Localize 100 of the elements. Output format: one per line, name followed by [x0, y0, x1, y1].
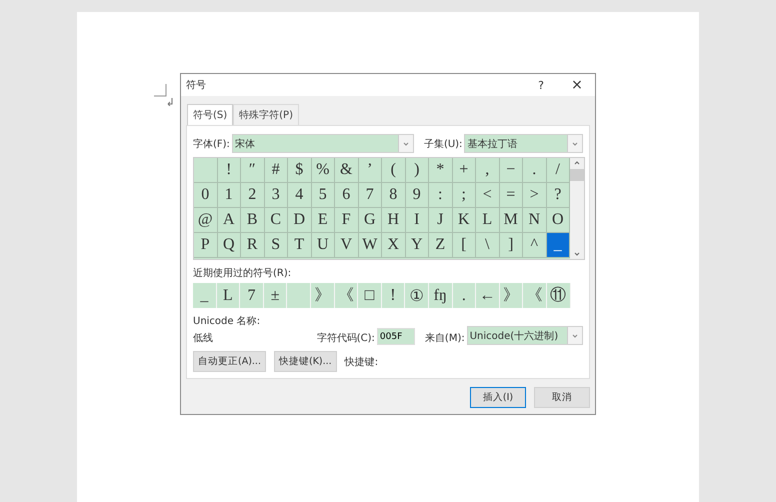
recent-symbol-cell[interactable]: ①	[405, 283, 429, 308]
symbol-cell[interactable]: 1	[218, 183, 241, 208]
symbol-cell[interactable]: X	[382, 233, 406, 258]
symbol-cell[interactable]: ’	[358, 158, 382, 183]
scrollbar[interactable]	[570, 158, 584, 259]
symbol-cell[interactable]: ″	[241, 158, 264, 183]
help-button[interactable]: ?	[523, 78, 559, 92]
recent-symbols-label: 近期使用过的符号(R):	[193, 266, 292, 280]
from-label: 来自(M):	[424, 332, 465, 345]
symbol-cell[interactable]: +	[452, 158, 476, 183]
symbol-cell[interactable]: 2	[241, 183, 264, 208]
recent-symbol-cell[interactable]: ！	[382, 283, 406, 308]
recent-symbol-cell[interactable]: ⑪	[546, 283, 570, 308]
chevron-down-icon	[398, 135, 413, 152]
recent-symbol-cell[interactable]: .	[452, 283, 476, 308]
symbol-cell[interactable]: %	[312, 158, 335, 183]
shortcut-label: 快捷键:	[344, 356, 378, 368]
symbol-cell[interactable]: $	[288, 158, 312, 183]
symbol-cell[interactable]: 0	[194, 183, 218, 208]
symbol-cell[interactable]: .	[523, 158, 546, 183]
symbol-cell[interactable]: I	[406, 208, 429, 233]
symbol-cell[interactable]: 7	[358, 183, 382, 208]
recent-symbol-cell[interactable]: ±	[264, 283, 288, 308]
window-title: 符号	[186, 79, 207, 92]
symbol-cell[interactable]: >	[523, 183, 546, 208]
symbol-cell[interactable]: −	[500, 158, 523, 183]
symbol-cell[interactable]	[194, 158, 218, 183]
symbol-cell[interactable]: !	[218, 158, 241, 183]
recent-symbol-cell[interactable]: 》	[310, 283, 335, 308]
cancel-button[interactable]: 取消	[534, 387, 590, 408]
symbol-cell[interactable]: \	[476, 233, 500, 258]
symbol-cell[interactable]: H	[382, 208, 406, 233]
unicode-name-label: Unicode 名称:	[193, 315, 262, 328]
recent-symbol-cell[interactable]: 《	[334, 283, 358, 308]
symbol-cell[interactable]: B	[241, 208, 264, 233]
unicode-name: 低线	[193, 332, 214, 345]
symbol-cell[interactable]: S	[264, 233, 288, 258]
symbol-cell[interactable]: 8	[382, 183, 406, 208]
symbol-cell[interactable]: G	[358, 208, 382, 233]
symbol-cell[interactable]: K	[452, 208, 476, 233]
symbol-cell[interactable]: ,	[476, 158, 500, 183]
symbol-cell[interactable]: J	[429, 208, 452, 233]
symbol-cell[interactable]: 6	[335, 183, 358, 208]
insert-button[interactable]: 插入(I)	[470, 387, 526, 408]
from-dropdown[interactable]: Unicode(十六进制)	[466, 326, 583, 345]
recent-symbol-cell[interactable]: 》	[500, 283, 524, 308]
chevron-down-icon	[567, 327, 582, 344]
symbol-cell[interactable]: R	[241, 233, 264, 258]
symbol-cell[interactable]: =	[500, 183, 523, 208]
recent-symbol-cell[interactable]: 《	[523, 283, 547, 308]
symbol-cell[interactable]: ;	[452, 183, 476, 208]
close-button[interactable]: ×	[559, 77, 595, 93]
symbol-cell[interactable]: N	[523, 208, 546, 233]
symbol-cell[interactable]: U	[312, 233, 335, 258]
symbol-cell[interactable]: C	[264, 208, 288, 233]
symbol-cell[interactable]: F	[335, 208, 358, 233]
font-dropdown[interactable]: 宋体	[232, 134, 414, 153]
symbol-cell[interactable]: W	[358, 233, 382, 258]
symbol-cell[interactable]: D	[288, 208, 312, 233]
symbol-cell[interactable]: (	[382, 158, 406, 183]
char-code-label: 字符代码(C):	[316, 332, 375, 345]
dialog-button[interactable]: 快捷键(K)...	[274, 351, 337, 372]
recent-symbol-cell[interactable]: fŋ	[428, 283, 453, 308]
symbol-cell[interactable]: V	[335, 233, 358, 258]
subset-label: 子集(U):	[424, 138, 462, 150]
symbol-cell[interactable]: *	[429, 158, 452, 183]
symbol-cell[interactable]: &	[335, 158, 358, 183]
symbol-cell[interactable]: L	[476, 208, 500, 233]
symbol-cell[interactable]: 4	[288, 183, 312, 208]
char-code-field[interactable]: 005F	[376, 328, 415, 345]
symbol-cell[interactable]: Q	[218, 233, 241, 258]
symbol-cell[interactable]: E	[312, 208, 335, 233]
recent-symbol-cell[interactable]: □	[358, 283, 382, 308]
symbol-cell[interactable]: )	[406, 158, 429, 183]
symbol-cell[interactable]: ]	[500, 233, 523, 258]
recent-symbol-cell[interactable]: _	[193, 283, 217, 308]
dialog-button[interactable]: 自动更正(A)...	[193, 351, 266, 372]
symbol-cell[interactable]: T	[288, 233, 312, 258]
subset-dropdown[interactable]: 基本拉丁语	[464, 134, 583, 153]
symbol-cell[interactable]: P	[194, 233, 218, 258]
symbol-cell[interactable]: Y	[406, 233, 429, 258]
symbol-cell[interactable]: 9	[406, 183, 429, 208]
tab[interactable]: 符号(S)	[187, 104, 234, 125]
symbol-cell[interactable]: M	[500, 208, 523, 233]
tab[interactable]: 特殊字符(P)	[233, 104, 299, 125]
symbol-cell[interactable]: :	[429, 183, 452, 208]
symbol-cell[interactable]: Z	[429, 233, 452, 258]
symbol-cell[interactable]: [	[452, 233, 476, 258]
symbol-cell[interactable]: #	[264, 158, 288, 183]
symbol-cell[interactable]: <	[476, 183, 500, 208]
symbol-cell[interactable]: 5	[312, 183, 335, 208]
recent-symbol-cell[interactable]: ←	[476, 283, 500, 308]
scroll-thumb[interactable]	[570, 169, 584, 181]
recent-symbol-cell[interactable]: L	[216, 283, 240, 308]
symbol-cell[interactable]: A	[218, 208, 241, 233]
recent-symbol-cell[interactable]: 7	[240, 283, 264, 308]
symbol-cell[interactable]: _	[546, 233, 570, 258]
symbol-cell[interactable]: 3	[264, 183, 288, 208]
font-label: 字体(F):	[193, 138, 230, 150]
symbol-cell[interactable]: @	[194, 208, 218, 233]
